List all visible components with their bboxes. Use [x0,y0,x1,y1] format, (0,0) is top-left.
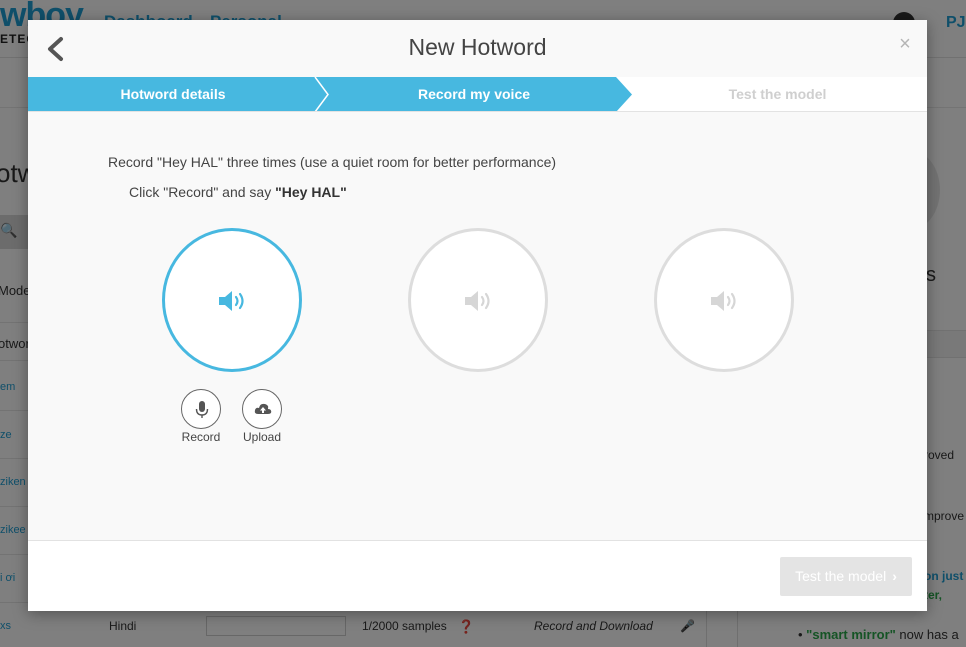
voice-sample-3[interactable] [654,228,794,372]
modal-title: New Hotword [408,34,547,60]
instruction-prompt-text: Click "Record" and say [129,184,276,200]
cloud-upload-icon [254,403,272,414]
instruction-text: Record "Hey HAL" three times (use a quie… [108,154,557,170]
hotword-phrase: "Hey HAL" [275,184,347,200]
close-button[interactable]: × [894,33,916,55]
speaker-icon [219,291,244,311]
voice-sample-1[interactable] [162,228,302,372]
instruction-prompt: Click "Record" and say "Hey HAL" [129,184,347,200]
modal-body: Record "Hey HAL" three times (use a quie… [28,112,927,540]
record-button[interactable] [181,389,221,429]
step-record-my-voice[interactable]: Record my voice [324,77,624,112]
test-the-model-button[interactable]: Test the model › [780,557,912,596]
upload-button[interactable] [242,389,282,429]
step-hotword-details[interactable]: Hotword details [28,77,318,112]
speaker-icon [711,291,736,311]
step-test-the-model: Test the model [728,86,827,102]
new-hotword-modal: New Hotword × Hotword details Record my … [28,20,927,611]
chevron-right-icon: › [892,568,897,584]
upload-label[interactable]: Upload [232,430,292,444]
test-the-model-label: Test the model [795,568,887,584]
modal-footer: Test the model › [28,540,927,611]
modal-header: New Hotword × [28,20,927,77]
record-label[interactable]: Record [171,430,231,444]
voice-sample-2[interactable] [408,228,548,372]
wizard-steps: Hotword details Record my voice Test the… [28,77,927,112]
speaker-icon [465,291,490,311]
microphone-icon [195,401,209,418]
